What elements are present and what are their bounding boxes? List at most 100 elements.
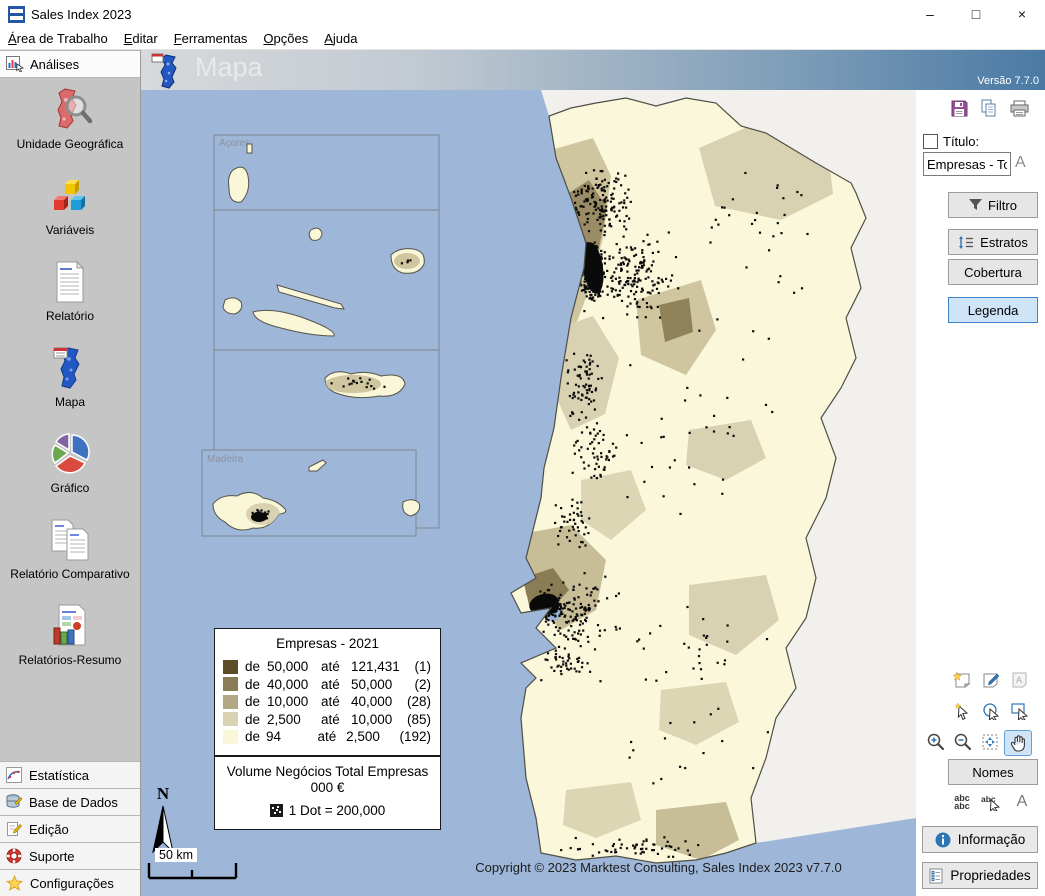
legend-swatch [223, 677, 238, 691]
fit-extent-icon [981, 733, 999, 751]
copy-button[interactable] [978, 98, 1000, 118]
sidebar-bar-label: Configurações [30, 876, 114, 891]
north-label: N [149, 784, 177, 804]
select-star-tool[interactable] [949, 699, 975, 723]
properties-icon [929, 868, 943, 884]
pan-tool-button[interactable] [1004, 730, 1032, 756]
legenda-button[interactable]: Legenda [948, 297, 1038, 323]
menu-ajuda[interactable]: Ajuda [316, 28, 365, 49]
scale-label: 50 km [155, 848, 197, 862]
nomes-button[interactable]: Nomes [948, 759, 1038, 785]
svg-text:A: A [1016, 675, 1022, 685]
title-bar: Sales Index 2023 – □ × [0, 0, 1045, 28]
sidebar-item-label: Relatório Comparativo [10, 567, 129, 581]
sidebar-item-mapa[interactable]: Mapa [0, 344, 140, 409]
menu-area-de-trabalho[interactable]: Área de Trabalho [0, 28, 116, 49]
select-rect-tool[interactable] [1007, 699, 1033, 723]
print-button[interactable] [1008, 98, 1030, 118]
titulo-input[interactable] [923, 152, 1011, 176]
menu-editar[interactable]: Editar [116, 28, 166, 49]
title-font-button[interactable]: A [1015, 154, 1026, 172]
sidebar-analysis-list: Unidade Geográfica Variáveis [0, 78, 140, 761]
legend-row: de94 até2,500 (192) [215, 728, 440, 746]
save-icon [951, 100, 968, 117]
corvo-island [247, 144, 252, 153]
text-annotation-button[interactable]: A [1007, 668, 1033, 692]
filtro-button[interactable]: Filtro [948, 192, 1038, 218]
variables-cubes-icon [46, 172, 94, 220]
dot-legend-box[interactable]: Volume Negócios Total Empresas 000 € 1 D… [214, 756, 441, 830]
strata-icon [958, 236, 974, 249]
pie-chart-icon [46, 430, 94, 478]
informacao-button[interactable]: Informação [922, 826, 1038, 853]
menu-ferramentas[interactable]: Ferramentas [166, 28, 256, 49]
legend-row: de50,000 até121,431 (1) [215, 658, 440, 676]
sidebar-item-unidade-geografica[interactable]: Unidade Geográfica [0, 86, 140, 151]
dot-sample-icon [270, 804, 283, 817]
font-A-icon: A [1017, 793, 1028, 811]
copy-icon [980, 99, 998, 117]
madeira-inset-label: Madeira [207, 454, 244, 465]
titulo-checkbox-row: Título: [923, 134, 979, 149]
sidebar-item-variaveis[interactable]: Variáveis [0, 172, 140, 237]
cobertura-button[interactable]: Cobertura [948, 259, 1038, 285]
legend-row: de40,000 até50,000 (2) [215, 676, 440, 694]
legend-swatch [223, 712, 238, 726]
sidebar-item-label: Unidade Geográfica [17, 137, 124, 151]
propriedades-button[interactable]: Propriedades [922, 862, 1038, 889]
maximize-button[interactable]: □ [953, 0, 999, 28]
zoom-out-button[interactable] [950, 730, 976, 754]
titulo-label: Título: [943, 134, 979, 149]
label-all-button[interactable]: abcabc [949, 790, 975, 814]
sidebar-item-grafico[interactable]: Gráfico [0, 430, 140, 495]
star-icon [6, 875, 23, 891]
sidebar-item-relatorio[interactable]: Relatório [0, 258, 140, 323]
minimize-button[interactable]: – [907, 0, 953, 28]
window-title: Sales Index 2023 [31, 7, 131, 22]
edit-annotation-button[interactable] [978, 668, 1004, 692]
class-legend-box[interactable]: Empresas - 2021 de50,000 até121,431 (1) … [214, 628, 441, 756]
new-annotation-button[interactable] [949, 668, 975, 692]
graciosa-island [309, 228, 322, 240]
legend-row: de10,000 até40,000 (28) [215, 693, 440, 711]
azores-inset-label: Açores [219, 138, 250, 149]
view-header: Mapa Versão 7.7.0 [141, 50, 1045, 90]
pointer-circle-icon [982, 703, 1000, 720]
sidebar-item-relatorios-resumo[interactable]: Relatórios-Resumo [0, 602, 140, 667]
summary-report-icon [46, 602, 94, 650]
select-circle-tool[interactable] [978, 699, 1004, 723]
scale-bar: 50 km [145, 848, 245, 884]
sidebar-item-relatorio-comparativo[interactable]: Relatório Comparativo [0, 516, 140, 581]
sidebar-item-label: Variáveis [46, 223, 94, 237]
label-font-button[interactable]: A [1009, 790, 1035, 814]
zoom-in-icon [927, 733, 945, 751]
abc-cursor-icon: abc [981, 794, 1001, 811]
sao-miguel-patch [325, 375, 381, 393]
sidebar-bar-base-de-dados[interactable]: Base de Dados [0, 788, 140, 815]
zoom-in-button[interactable] [923, 730, 949, 754]
close-button[interactable]: × [999, 0, 1045, 28]
sidebar-bar-estatistica[interactable]: Estatística [0, 761, 140, 788]
save-button[interactable] [948, 98, 970, 118]
sidebar-bar-configuracoes[interactable]: Configurações [0, 869, 140, 896]
label-pick-button[interactable]: abc [978, 790, 1004, 814]
info-icon [935, 832, 951, 848]
zoom-out-icon [954, 733, 972, 751]
sidebar-bar-suporte[interactable]: Suporte [0, 842, 140, 869]
faial-island [223, 298, 242, 314]
sidebar-bottom-nav: Estatística Base de Dados Edição [0, 761, 140, 896]
map-icon [46, 344, 94, 392]
geographic-unit-icon [46, 86, 94, 134]
dot-legend-line2: 000 € [215, 780, 440, 795]
menu-opcoes[interactable]: Opções [255, 28, 316, 49]
edit-icon [6, 821, 22, 837]
map-canvas[interactable]: Açores Madeira [141, 90, 916, 896]
sidebar-bar-edicao[interactable]: Edição [0, 815, 140, 842]
titulo-checkbox[interactable] [923, 134, 938, 149]
sidebar-bar-label: Estatística [29, 768, 89, 783]
abc-abc-icon: abcabc [954, 794, 970, 810]
zoom-extent-button[interactable] [977, 730, 1003, 754]
copyright-text: Copyright © 2023 Marktest Consulting, Sa… [406, 860, 911, 875]
estratos-button[interactable]: Estratos [948, 229, 1038, 255]
sidebar-item-label: Mapa [55, 395, 85, 409]
